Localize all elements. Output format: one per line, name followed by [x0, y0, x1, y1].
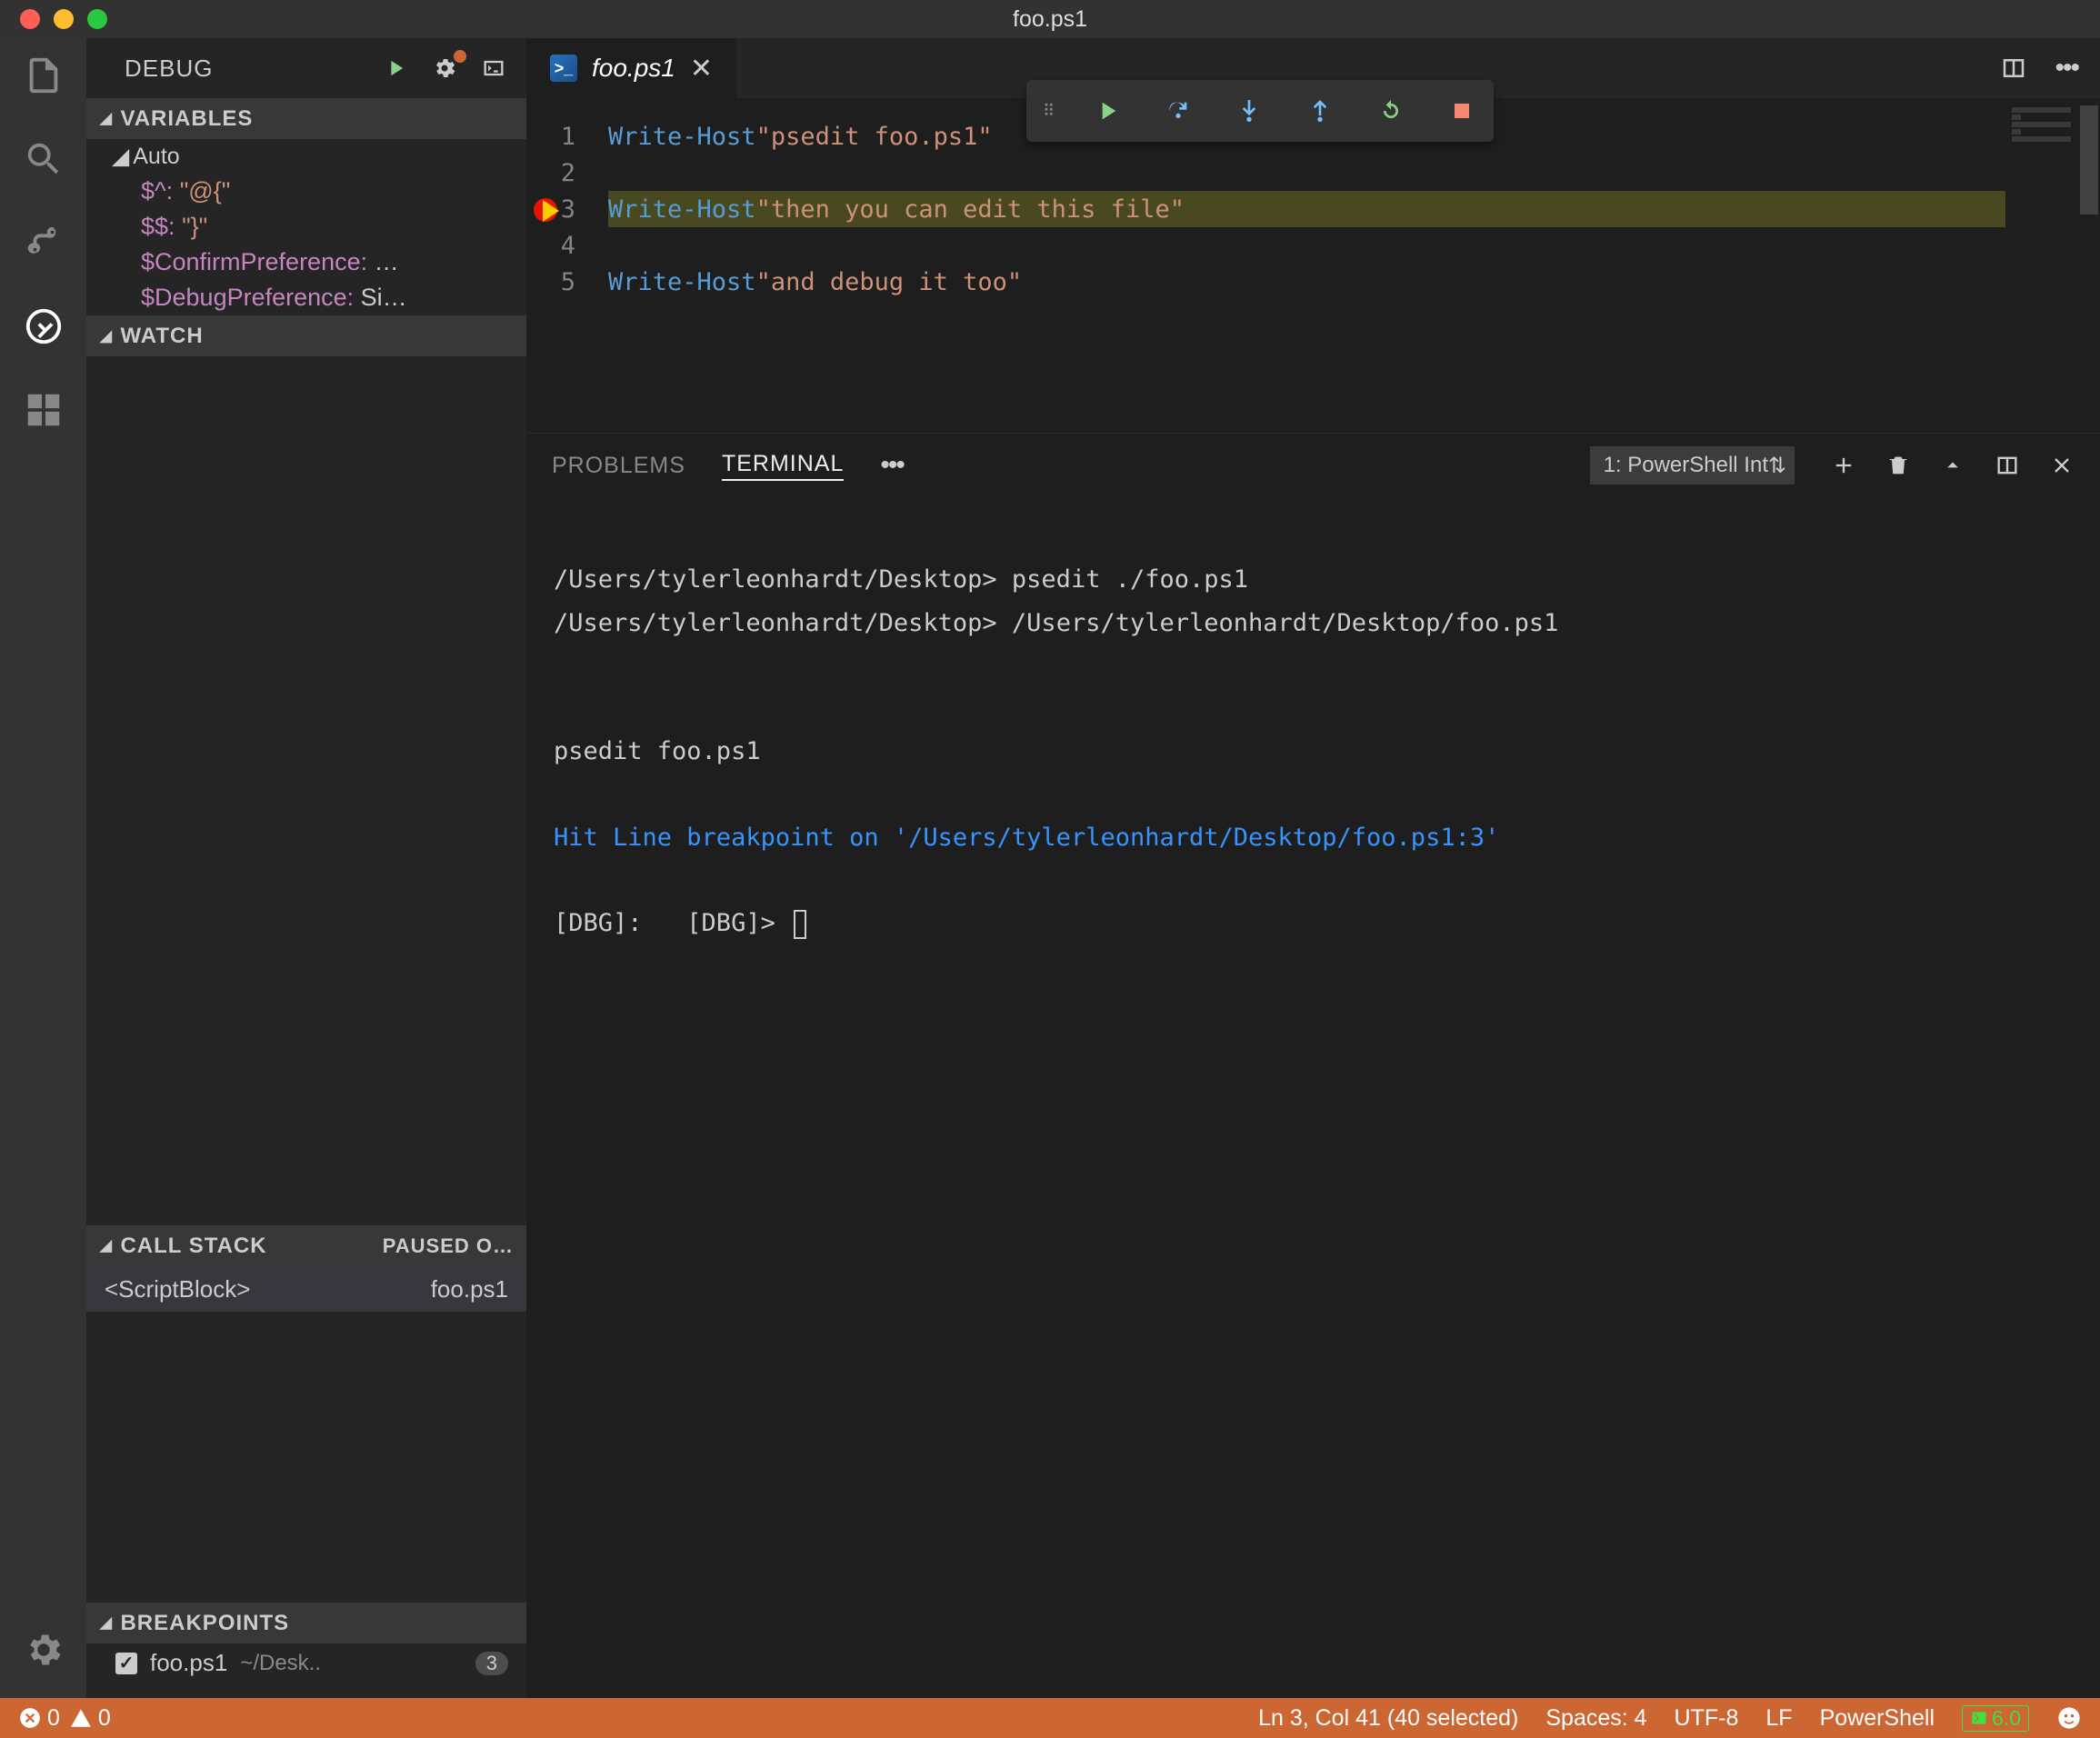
tab-label: foo.ps1	[592, 54, 675, 83]
watch-header[interactable]: ◢WATCH	[86, 315, 526, 356]
breakpoint-checkbox[interactable]: ✓	[115, 1653, 137, 1674]
step-out-icon[interactable]	[1305, 95, 1335, 126]
debug-console-icon[interactable]	[481, 55, 506, 81]
status-spaces[interactable]: Spaces: 4	[1545, 1705, 1646, 1732]
linenum: 2	[561, 155, 575, 191]
status-bar: 0 0 Ln 3, Col 41 (40 selected) Spaces: 4…	[0, 1698, 2100, 1738]
powershell-file-icon: >_	[550, 55, 577, 82]
status-ps-version[interactable]: 6.0	[1962, 1705, 2029, 1732]
panel-tabs: PROBLEMS TERMINAL ••• 1: PowerShell Int …	[526, 434, 2100, 497]
more-actions-icon[interactable]: •••	[2055, 53, 2078, 84]
terminal-selector[interactable]: 1: PowerShell Int ⇅	[1590, 446, 1795, 484]
editor-scrollbar[interactable]	[2076, 105, 2100, 433]
terminal[interactable]: /Users/tylerleonhardt/Desktop> psedit ./…	[526, 497, 2100, 1698]
minimap[interactable]	[2005, 105, 2076, 433]
scrollbar-thumb[interactable]	[2080, 105, 2098, 215]
close-tab-icon[interactable]: ✕	[690, 53, 713, 85]
debug-config-icon[interactable]	[432, 55, 457, 81]
sidebar: DEBUG ◢VARIABLES ◢Auto $^: "@{" $$: "}" …	[86, 38, 526, 1698]
window-title: foo.ps1	[1013, 6, 1087, 33]
step-over-icon[interactable]	[1163, 95, 1194, 126]
zoom-window-button[interactable]	[87, 9, 107, 29]
linenum: 3	[561, 191, 575, 227]
callstack-header[interactable]: ◢CALL STACKPAUSED O…	[86, 1225, 526, 1266]
sidebar-title-label: DEBUG	[125, 55, 375, 83]
linenum: 1	[561, 118, 575, 155]
variables-group-auto[interactable]: ◢Auto	[86, 139, 526, 174]
code-line[interactable]	[608, 155, 2005, 191]
callstack-body: <ScriptBlock> foo.ps1	[86, 1266, 526, 1603]
code-line[interactable]	[608, 227, 2005, 264]
tab-foo-ps1[interactable]: >_ foo.ps1 ✕	[526, 38, 737, 98]
minimize-window-button[interactable]	[54, 9, 74, 29]
step-into-icon[interactable]	[1234, 95, 1265, 126]
code-line-current[interactable]: Write-Host "then you can edit this file"	[608, 191, 2005, 227]
split-editor-icon[interactable]	[2000, 55, 2027, 82]
debug-toolbar-drag-handle[interactable]: ⠿	[1043, 102, 1052, 121]
variable-row[interactable]: $DebugPreference: Si…	[86, 280, 526, 315]
titlebar: foo.ps1	[0, 0, 2100, 38]
settings-icon[interactable]	[23, 1629, 65, 1671]
status-encoding[interactable]: UTF-8	[1675, 1705, 1739, 1732]
variable-row[interactable]: $^: "@{"	[86, 174, 526, 209]
text-lines[interactable]: Write-Host "psedit foo.ps1" Write-Host "…	[608, 105, 2005, 433]
panel: PROBLEMS TERMINAL ••• 1: PowerShell Int …	[526, 433, 2100, 1698]
explorer-icon[interactable]	[23, 55, 65, 96]
status-warnings[interactable]: 0	[69, 1705, 111, 1732]
sidebar-title: DEBUG	[86, 38, 526, 98]
kill-terminal-icon[interactable]	[1885, 453, 1911, 478]
status-cursor-pos[interactable]: Ln 3, Col 41 (40 selected)	[1258, 1705, 1518, 1732]
restart-icon[interactable]	[1375, 95, 1406, 126]
editor-group: >_ foo.ps1 ✕ ••• ⠿	[526, 38, 2100, 1698]
terminal-cursor	[794, 910, 806, 939]
body: DEBUG ◢VARIABLES ◢Auto $^: "@{" $$: "}" …	[0, 38, 2100, 1698]
start-debug-icon[interactable]	[383, 55, 408, 81]
source-control-icon[interactable]	[23, 222, 65, 264]
variables-header[interactable]: ◢VARIABLES	[86, 98, 526, 139]
breakpoints-header[interactable]: ◢BREAKPOINTS	[86, 1603, 526, 1643]
window: foo.ps1 DEBUG ◢VARIABLES ◢Aut	[0, 0, 2100, 1738]
linenum: 5	[561, 264, 575, 300]
callstack-frame[interactable]: <ScriptBlock> foo.ps1	[86, 1266, 526, 1312]
breakpoints-body: ✓ foo.ps1 ~/Desk.. 3	[86, 1643, 526, 1698]
status-eol[interactable]: LF	[1765, 1705, 1792, 1732]
continue-icon[interactable]	[1092, 95, 1123, 126]
gutter: 1 2 3 4 5	[526, 105, 608, 433]
split-terminal-icon[interactable]	[1995, 453, 2020, 478]
status-errors[interactable]: 0	[18, 1705, 60, 1732]
traffic-lights	[0, 9, 107, 29]
search-icon[interactable]	[23, 138, 65, 180]
tab-problems[interactable]: PROBLEMS	[552, 453, 685, 479]
stop-icon[interactable]	[1446, 95, 1477, 126]
variable-row[interactable]: $ConfirmPreference: …	[86, 245, 526, 280]
watch-body	[86, 356, 526, 1225]
current-line-arrow-icon	[543, 200, 559, 222]
extensions-icon[interactable]	[23, 389, 65, 431]
tab-terminal[interactable]: TERMINAL	[722, 451, 844, 481]
linenum: 4	[561, 227, 575, 264]
breakpoint-row[interactable]: ✓ foo.ps1 ~/Desk.. 3	[86, 1643, 526, 1683]
maximize-panel-icon[interactable]	[1940, 453, 1965, 478]
activity-bar	[0, 38, 86, 1698]
code-line[interactable]: Write-Host "and debug it too"	[608, 264, 2005, 300]
variable-row[interactable]: $$: "}"	[86, 209, 526, 245]
debug-icon[interactable]	[23, 305, 65, 347]
feedback-icon[interactable]	[2056, 1705, 2082, 1731]
variables-body: ◢Auto $^: "@{" $$: "}" $ConfirmPreferenc…	[86, 139, 526, 315]
editor[interactable]: 1 2 3 4 5 Write-Host "psedit foo.ps1" Wr…	[526, 105, 2100, 433]
close-window-button[interactable]	[20, 9, 40, 29]
debug-toolbar: ⠿	[1026, 80, 1494, 142]
close-panel-icon[interactable]	[2049, 453, 2075, 478]
new-terminal-icon[interactable]	[1831, 453, 1856, 478]
status-language[interactable]: PowerShell	[1820, 1705, 1935, 1732]
panel-more-icon[interactable]: •••	[880, 450, 904, 481]
